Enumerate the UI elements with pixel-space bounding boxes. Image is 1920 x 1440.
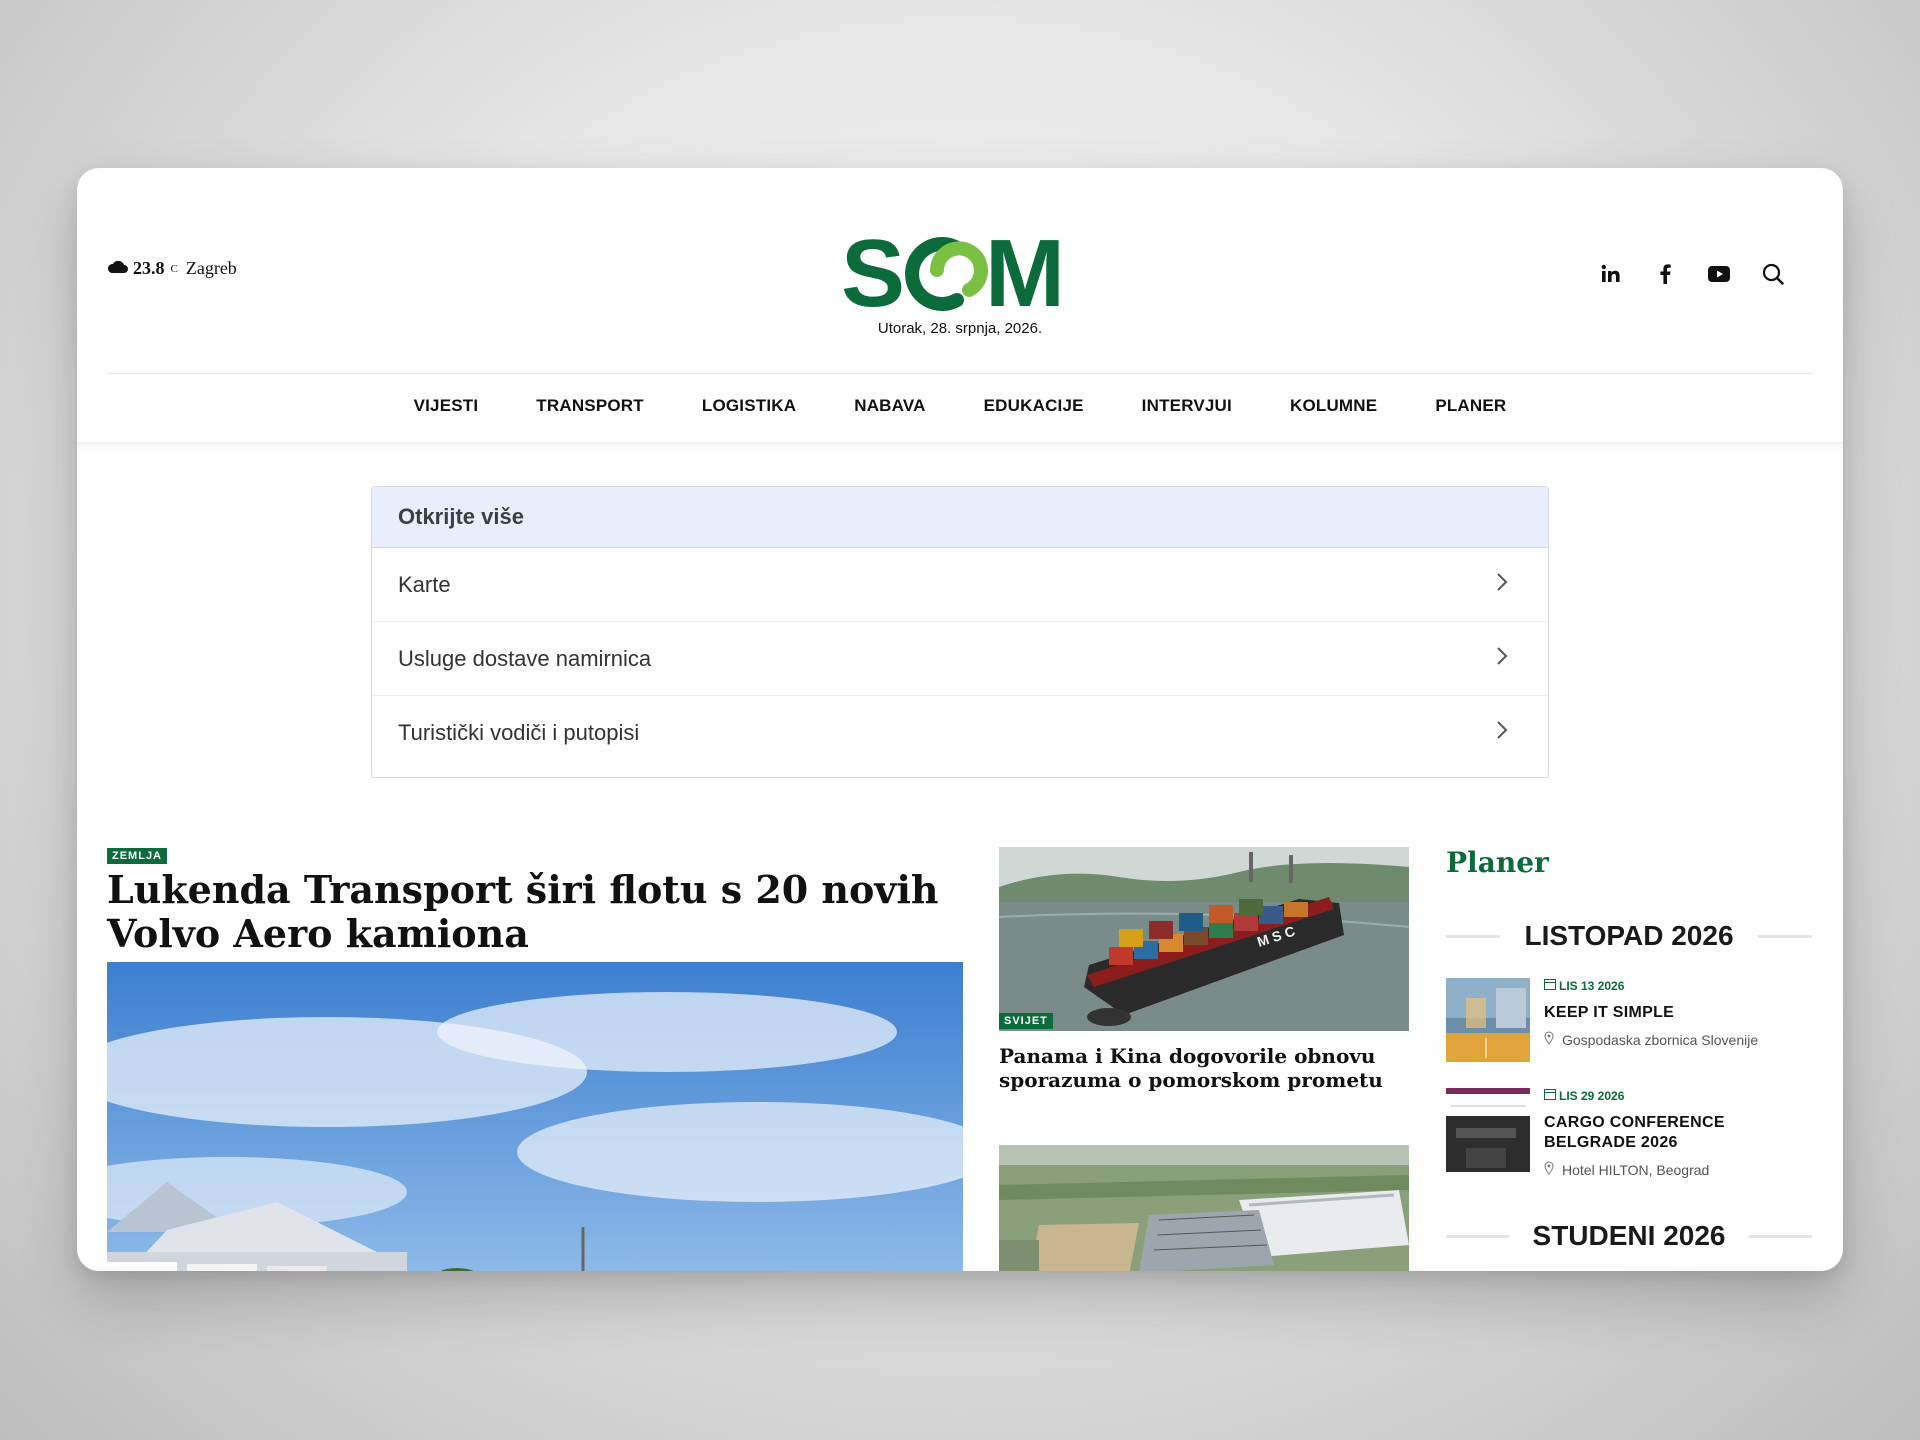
month-heading: STUDENI 2026 (1446, 1220, 1812, 1252)
month-label: LISTOPAD 2026 (1524, 920, 1734, 951)
linkedin-icon[interactable] (1597, 260, 1625, 288)
event-thumbnail[interactable] (1446, 1088, 1530, 1172)
nav-item-logistika[interactable]: LOGISTIKA (673, 396, 825, 416)
nav-item-nabava[interactable]: NABAVA (825, 396, 954, 416)
chevron-right-icon (1496, 572, 1508, 598)
cloud-icon (107, 258, 129, 279)
nav-item-intervjui[interactable]: INTERVJUI (1113, 396, 1261, 416)
discover-item-label: Karte (398, 571, 451, 597)
event-date-text: LIS 13 2026 (1559, 978, 1625, 993)
chevron-right-icon (1496, 720, 1508, 746)
current-date: Utorak, 28. srpnja, 2026. (877, 320, 1043, 337)
month-heading: LISTOPAD 2026 (1446, 920, 1813, 952)
discover-item-dostava[interactable]: Usluge dostave namirnica (372, 622, 1548, 696)
event-location: Hotel HILTON, Beograd (1544, 1161, 1814, 1178)
event-date: LIS 13 2026 (1544, 978, 1814, 993)
discover-item-label: Usluge dostave namirnica (398, 645, 652, 671)
discover-item-karte[interactable]: Karte (372, 548, 1548, 622)
facebook-icon[interactable] (1651, 260, 1679, 288)
nav-item-edukacije[interactable]: EDUKACIJE (955, 396, 1113, 416)
svg-text:M: M (985, 220, 1065, 322)
month-label: STUDENI 2026 (1532, 1220, 1726, 1251)
main-article-title[interactable]: Lukenda Transport širi flotu s 20 novih … (107, 868, 977, 956)
svg-text:S: S (841, 220, 905, 322)
event-date-text: LIS 29 2026 (1559, 1088, 1625, 1103)
side-article-image[interactable]: M S C (999, 847, 1409, 1031)
event-location-text: Gospodaska zbornica Slovenije (1562, 1031, 1759, 1048)
calendar-icon (1544, 1088, 1556, 1103)
weather-city: Zagreb (185, 258, 237, 278)
social-links (1597, 260, 1787, 288)
nav-shadow (77, 442, 1843, 450)
discover-title: Otkrijte više (372, 487, 1548, 548)
event-date: LIS 29 2026 (1544, 1088, 1814, 1103)
weather-widget: 23.8 C Zagreb (107, 258, 237, 279)
side-article-image[interactable] (999, 1145, 1409, 1271)
location-pin-icon (1544, 1161, 1554, 1178)
youtube-icon[interactable] (1705, 260, 1733, 288)
event-thumbnail[interactable] (1446, 978, 1530, 1062)
nav-item-kolumne[interactable]: KOLUMNE (1261, 396, 1406, 416)
category-tag[interactable]: SVIJET (999, 1013, 1053, 1029)
event-location-text: Hotel HILTON, Beograd (1562, 1161, 1710, 1178)
nav-item-vijesti[interactable]: VIJESTI (385, 396, 508, 416)
site-logo[interactable]: S M (839, 218, 1079, 327)
side-article-title[interactable]: Panama i Kina dogovorile obnovu sporazum… (999, 1044, 1409, 1092)
weather-unit: C (170, 262, 178, 275)
discover-item-vodici[interactable]: Turistički vodiči i putopisi (372, 696, 1548, 769)
event-name[interactable]: CARGO CONFERENCE BELGRADE 2026 (1544, 1113, 1814, 1153)
discover-more-box: Otkrijte više Karte Usluge dostave namir… (371, 486, 1549, 778)
weather-temperature: 23.8 (133, 258, 165, 278)
nav-item-planer[interactable]: PLANER (1406, 396, 1535, 416)
search-icon[interactable] (1759, 260, 1787, 288)
discover-item-label: Turistički vodiči i putopisi (398, 719, 640, 745)
browser-window: 23.8 C Zagreb S M Utorak, 28. srpnja, 20… (77, 168, 1843, 1271)
category-tag[interactable]: ZEMLJA (107, 848, 167, 864)
chevron-right-icon (1496, 646, 1508, 672)
nav-item-transport[interactable]: TRANSPORT (507, 396, 673, 416)
event-location: Gospodaska zbornica Slovenije (1544, 1031, 1814, 1048)
main-article-image[interactable] (107, 962, 963, 1271)
main-navigation: VIJESTI TRANSPORT LOGISTIKA NABAVA EDUKA… (77, 396, 1843, 416)
header-divider (107, 373, 1813, 374)
location-pin-icon (1544, 1031, 1554, 1048)
planer-title[interactable]: Planer (1446, 846, 1549, 879)
calendar-icon (1544, 978, 1556, 993)
event-name[interactable]: KEEP IT SIMPLE (1544, 1003, 1814, 1023)
